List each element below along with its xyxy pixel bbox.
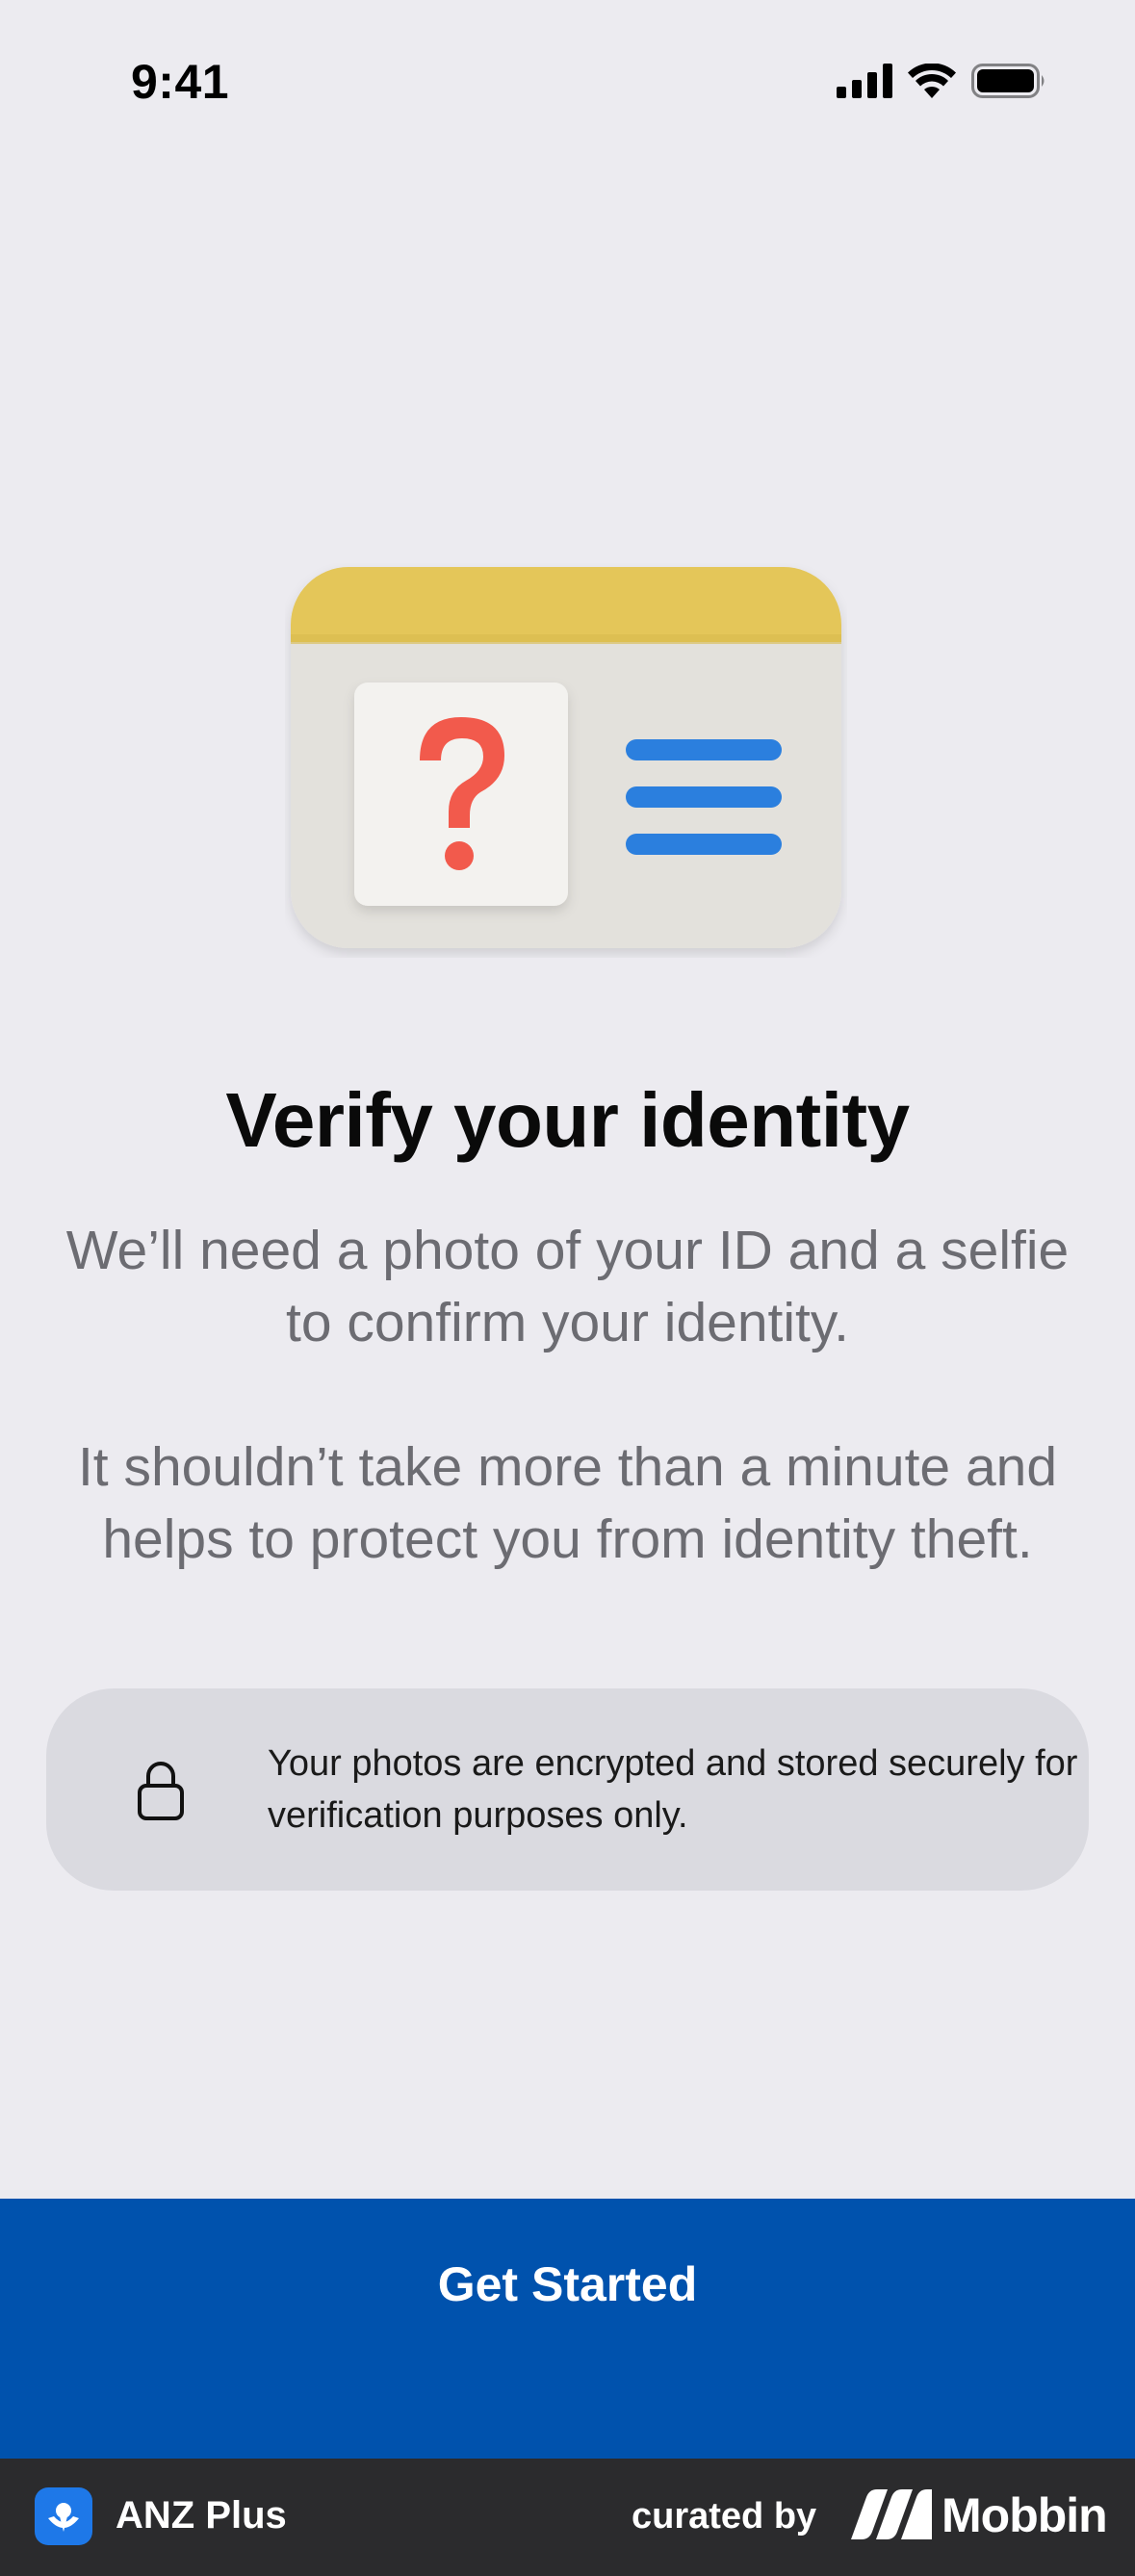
battery-icon (971, 64, 1045, 98)
id-card-question-icon (291, 567, 841, 948)
status-icons (837, 64, 1046, 98)
status-time: 9:41 (131, 55, 230, 109)
app-icon (35, 2487, 92, 2545)
status-bar: 9:41 (0, 0, 1135, 168)
cellular-signal-icon (837, 64, 892, 98)
wifi-icon (908, 64, 956, 98)
page-title: Verify your identity (225, 1077, 910, 1163)
anz-logo-icon (48, 2503, 79, 2532)
app-name: ANZ Plus (116, 2494, 287, 2537)
description-primary: We’ll need a photo of your ID and a self… (65, 1220, 1070, 1353)
mobbin-logo-icon (851, 2489, 932, 2539)
footer-bar: ANZ Plus curated by Mobbin (0, 2459, 1135, 2576)
get-started-label: Get Started (437, 2257, 698, 2311)
description-secondary: It shouldn’t take more than a minute and… (77, 1436, 1058, 1570)
security-notice-text: Your photos are encrypted and stored sec… (268, 1743, 1078, 1836)
mobbin-wordmark: Mobbin (942, 2488, 1108, 2542)
get-started-button[interactable]: Get Started (0, 2199, 1135, 2459)
lock-icon (138, 1762, 184, 1820)
security-notice: Your photos are encrypted and stored sec… (46, 1688, 1089, 1891)
curated-by-text: curated by (632, 2496, 817, 2537)
